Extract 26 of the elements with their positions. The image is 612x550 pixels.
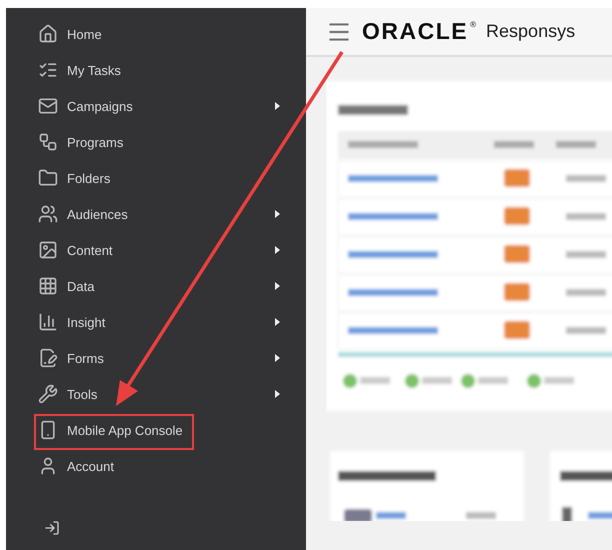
flow-icon: [38, 132, 58, 152]
sign-out-icon[interactable]: [44, 520, 60, 536]
sidebar-item[interactable]: Insight: [36, 304, 280, 340]
sidebar-item[interactable]: Campaigns: [36, 88, 280, 124]
sidebar-item[interactable]: Audiences: [36, 196, 280, 232]
sidebar-item[interactable]: Data: [36, 268, 280, 304]
sidebar-item[interactable]: Mobile App Console: [36, 412, 280, 448]
sidebar-item[interactable]: Programs: [36, 124, 280, 160]
sidebar-item[interactable]: Folders: [36, 160, 280, 196]
people-icon: [38, 204, 58, 224]
form-icon: [38, 348, 58, 368]
home-icon: [38, 24, 58, 44]
sidebar-item[interactable]: My Tasks: [36, 52, 280, 88]
registered-mark: ®: [470, 20, 476, 29]
tools-icon: [38, 384, 58, 404]
sidebar-item[interactable]: Forms: [36, 340, 280, 376]
sidebar-item[interactable]: Content: [36, 232, 280, 268]
sidebar-item[interactable]: Home: [36, 16, 280, 52]
sidebar-item[interactable]: Account: [36, 448, 280, 484]
product-name: Responsys: [486, 21, 576, 42]
envelope-icon: [38, 96, 58, 116]
image-icon: [38, 240, 58, 260]
brand-logo: ORACLE: [362, 18, 468, 45]
bar-chart-icon: [38, 312, 58, 332]
folder-icon: [38, 168, 58, 188]
grid-icon: [38, 276, 58, 296]
